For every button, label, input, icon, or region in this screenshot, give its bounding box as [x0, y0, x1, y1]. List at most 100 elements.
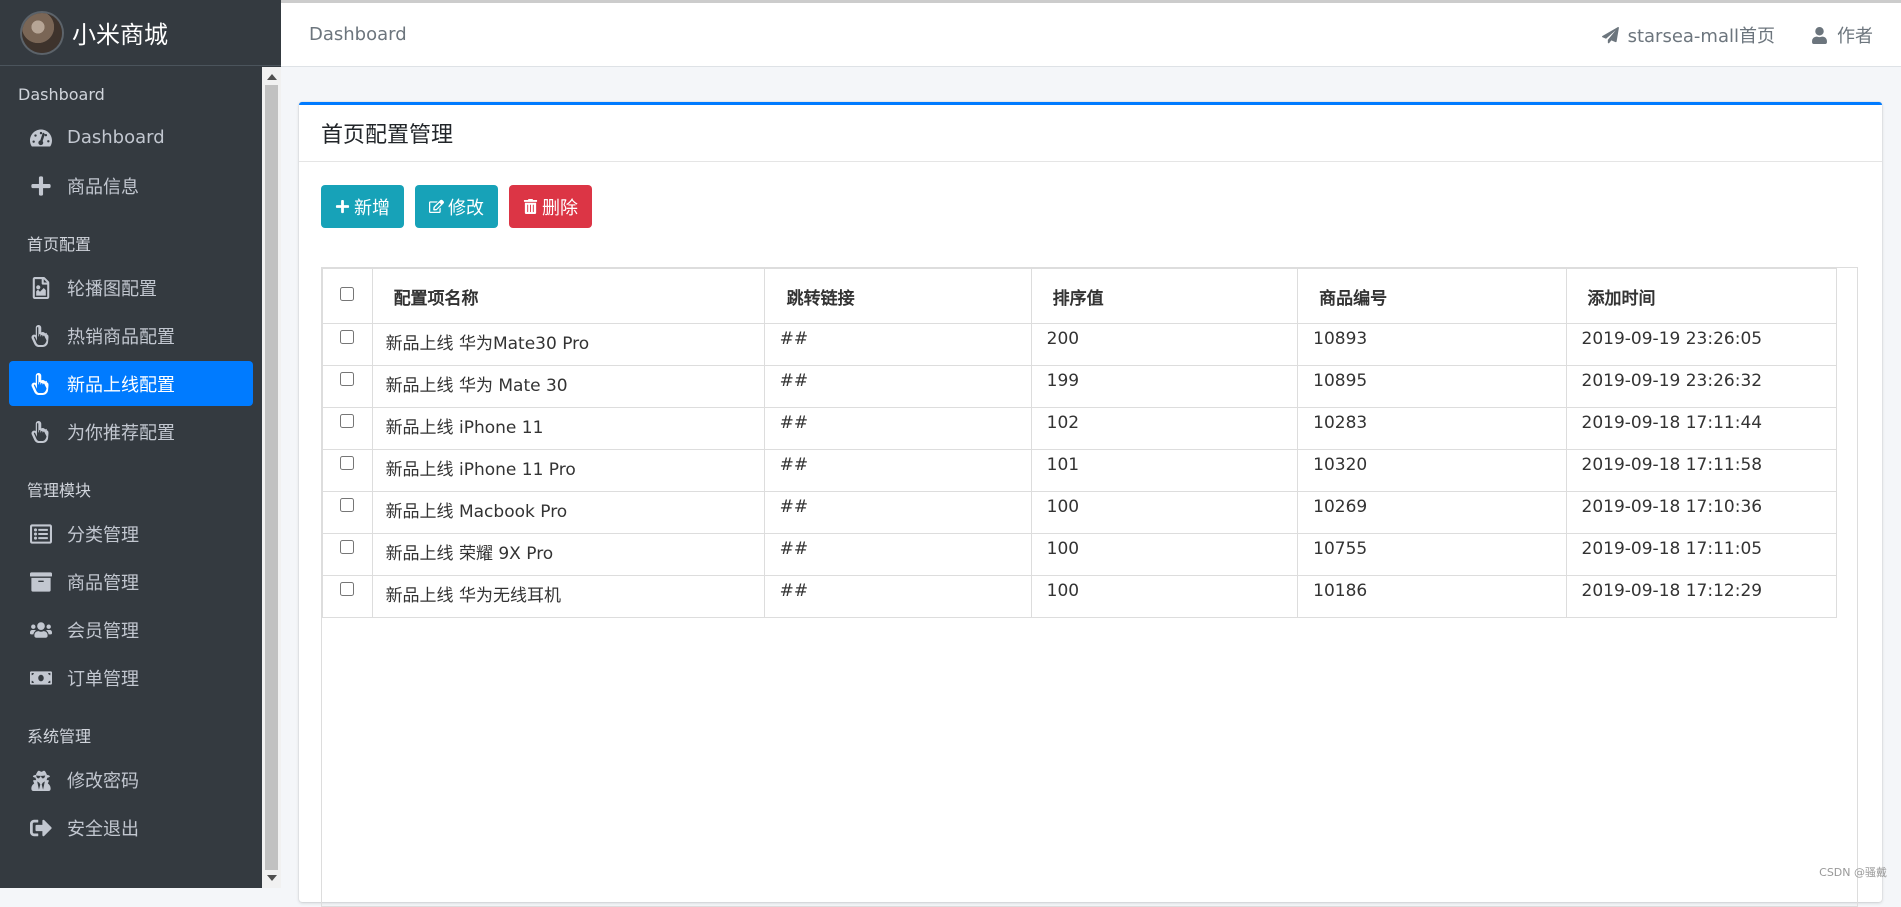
paper-plane-icon: [1601, 26, 1619, 43]
sidebar-item[interactable]: 为你推荐配置: [9, 409, 253, 454]
sidebar-scrollbar[interactable]: [262, 67, 281, 888]
cell-goods-id: 10755: [1297, 533, 1567, 576]
select-all-checkbox[interactable]: [340, 287, 355, 301]
cell-goods-id: 10893: [1297, 323, 1567, 366]
cell-create-time: 2019-09-18 17:11:05: [1565, 533, 1838, 576]
cell-goods-id: 10283: [1297, 407, 1567, 450]
sidebar-item[interactable]: 会员管理: [9, 607, 253, 652]
scroll-down-arrow-icon[interactable]: [267, 875, 277, 881]
table-row[interactable]: 新品上线 华为Mate30 Pro ## 200 10893 2019-09-19 23…: [322, 323, 1838, 366]
brand-link[interactable]: 小米商城: [0, 0, 281, 66]
money-bill-icon: [29, 666, 53, 690]
row-checkbox[interactable]: [340, 372, 355, 386]
cell-goods-id: 10186: [1297, 575, 1567, 618]
scroll-up-arrow-icon[interactable]: [267, 74, 277, 80]
column-header-create-time[interactable]: 添加时间: [1565, 268, 1838, 324]
top-navbar: Dashboard starsea-mall首页 作者: [281, 0, 1901, 67]
sidebar-item[interactable]: 分类管理: [9, 511, 253, 556]
cell-link: ##: [763, 323, 1032, 366]
sidebar: 小米商城 Dashboard Dashboard 商品信息 首页配置 轮播图配置 热销商品…: [0, 0, 281, 888]
sidebar-nav: Dashboard Dashboard 商品信息 首页配置 轮播图配置 热销商品配置 新品上…: [0, 67, 262, 888]
sidebar-item[interactable]: 订单管理: [9, 655, 253, 700]
sidebar-item[interactable]: 新品上线配置: [9, 361, 253, 406]
user-secret-icon: [29, 768, 53, 792]
nav-section-gap: [0, 211, 262, 225]
list-alt-icon: [29, 522, 53, 546]
sign-out-icon: [29, 816, 53, 840]
table-row[interactable]: 新品上线 华为 Mate 30 ## 199 10895 2019-09-19 23:2…: [322, 365, 1838, 408]
nav-section-gap: [0, 457, 262, 471]
table-header-row: 配置项名称 跳转链接 排序值 商品编号 添加时间: [322, 268, 1838, 324]
breadcrumb[interactable]: Dashboard: [309, 3, 407, 67]
cell-goods-id: 10895: [1297, 365, 1567, 408]
author-link[interactable]: 作者: [1811, 22, 1873, 48]
row-checkbox[interactable]: [340, 582, 355, 596]
cell-rank: 199: [1030, 365, 1299, 408]
image-icon: [29, 276, 53, 300]
table-row[interactable]: 新品上线 荣耀 9X Pro ## 100 10755 2019-09-18 17:11…: [322, 533, 1838, 576]
delete-button-label: 删除: [542, 197, 578, 219]
row-checkbox[interactable]: [340, 540, 355, 554]
cell-create-time: 2019-09-18 17:10:36: [1565, 491, 1838, 534]
sidebar-item-label: 分类管理: [67, 524, 139, 546]
scrollbar-thumb[interactable]: [265, 85, 278, 870]
cell-link: ##: [763, 575, 1032, 618]
sidebar-item-label: 商品管理: [67, 572, 139, 594]
delete-button[interactable]: 删除: [509, 185, 592, 228]
add-button[interactable]: 新增: [321, 185, 404, 228]
cell-rank: 200: [1030, 323, 1299, 366]
plus-icon: [29, 174, 53, 198]
sidebar-item[interactable]: 商品信息: [9, 163, 253, 208]
row-checkbox[interactable]: [340, 498, 355, 512]
cell-name: 新品上线 荣耀 9X Pro: [371, 533, 765, 576]
table-row[interactable]: 新品上线 iPhone 11 Pro ## 101 10320 2019-09-18 1…: [322, 449, 1838, 492]
edit-button[interactable]: 修改: [415, 185, 498, 228]
cell-rank: 100: [1030, 491, 1299, 534]
nav-section-gap: [0, 703, 262, 717]
table-row[interactable]: 新品上线 华为无线耳机 ## 100 10186 2019-09-18 17:12:29: [322, 575, 1838, 618]
nav-section-header: Dashboard: [18, 85, 105, 104]
sidebar-item-label: Dashboard: [67, 127, 165, 148]
sidebar-item-label: 修改密码: [67, 770, 139, 792]
toolbar: 新增 修改 删除: [321, 185, 603, 228]
column-header-goods-id[interactable]: 商品编号: [1297, 268, 1567, 324]
cell-name: 新品上线 华为无线耳机: [371, 575, 765, 618]
hand-pointer-icon: [29, 372, 53, 396]
config-table: 配置项名称 跳转链接 排序值 商品编号 添加时间 新品上线 华为Mate30 P…: [322, 268, 1838, 618]
sidebar-item-label: 安全退出: [67, 818, 139, 840]
author-link-label: 作者: [1837, 26, 1873, 47]
sidebar-item[interactable]: 商品管理: [9, 559, 253, 604]
column-header-rank[interactable]: 排序值: [1030, 268, 1299, 324]
sidebar-item[interactable]: 热销商品配置: [9, 313, 253, 358]
row-select-cell: [322, 365, 373, 408]
table-row[interactable]: 新品上线 Macbook Pro ## 100 10269 2019-09-18 17:…: [322, 491, 1838, 534]
cell-create-time: 2019-09-18 17:11:58: [1565, 449, 1838, 492]
cell-name: 新品上线 华为 Mate 30: [371, 365, 765, 408]
sidebar-item[interactable]: 安全退出: [9, 805, 253, 850]
home-link[interactable]: starsea-mall首页: [1601, 22, 1775, 48]
sidebar-item[interactable]: 轮播图配置: [9, 265, 253, 310]
column-header-name[interactable]: 配置项名称: [371, 268, 765, 324]
sidebar-item-label: 商品信息: [67, 176, 139, 198]
sidebar-item-label: 热销商品配置: [67, 326, 175, 348]
data-grid: 配置项名称 跳转链接 排序值 商品编号 添加时间 新品上线 华为Mate30 P…: [321, 267, 1858, 907]
row-checkbox[interactable]: [340, 414, 355, 428]
row-checkbox[interactable]: [340, 456, 355, 470]
cell-create-time: 2019-09-19 23:26:32: [1565, 365, 1838, 408]
column-header-link[interactable]: 跳转链接: [763, 268, 1032, 324]
trash-icon: [523, 199, 538, 214]
cell-link: ##: [763, 365, 1032, 408]
card-header: 首页配置管理: [299, 105, 1882, 162]
sidebar-item[interactable]: Dashboard: [9, 115, 253, 160]
cell-name: 新品上线 iPhone 11: [371, 407, 765, 450]
nav-section-header: 管理模块: [27, 481, 92, 500]
row-select-cell: [322, 407, 373, 450]
row-checkbox[interactable]: [340, 330, 355, 344]
sidebar-item[interactable]: 修改密码: [9, 757, 253, 802]
edit-icon: [429, 199, 444, 214]
cell-goods-id: 10269: [1297, 491, 1567, 534]
table-row[interactable]: 新品上线 iPhone 11 ## 102 10283 2019-09-18 17:11…: [322, 407, 1838, 450]
cell-rank: 101: [1030, 449, 1299, 492]
edit-button-label: 修改: [448, 197, 484, 219]
sidebar-item-label: 会员管理: [67, 620, 139, 642]
